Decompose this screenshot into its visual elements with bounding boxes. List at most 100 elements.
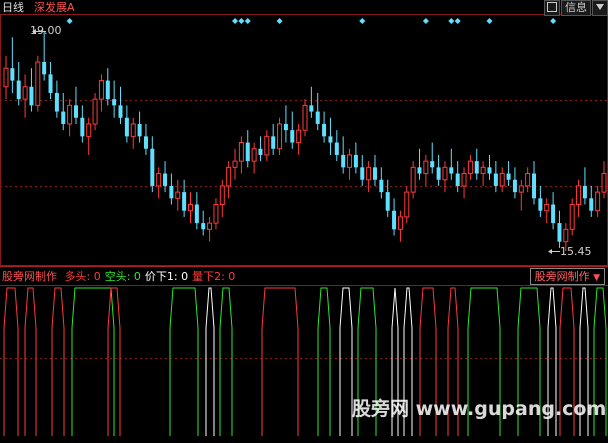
indicator-pulse: [169, 287, 199, 436]
candle-down: [436, 167, 441, 180]
tile-icon: [547, 2, 557, 12]
candle-down: [353, 154, 358, 168]
candle-up: [576, 185, 582, 206]
candle-up: [251, 148, 257, 162]
signal-diamond: [359, 18, 366, 24]
candle-down: [16, 80, 21, 100]
indicator-pulse: [339, 287, 353, 436]
indicator-selector-label: 股旁网制作: [534, 270, 590, 283]
indicator-pulse: [317, 287, 331, 436]
signal-diamond: [232, 18, 239, 24]
candle-up: [86, 123, 92, 137]
candle-down: [372, 167, 377, 180]
indicator-field: 价下1: 0: [144, 270, 189, 283]
candle-up: [35, 61, 41, 106]
candle-down: [137, 123, 142, 137]
candle-up: [302, 104, 308, 131]
candle-up: [442, 166, 448, 181]
candle-down: [341, 154, 346, 168]
tile-button[interactable]: [544, 0, 560, 16]
candle-up: [347, 154, 353, 168]
candle-up: [499, 173, 505, 187]
indicator-pulse: [3, 287, 19, 436]
formula-name[interactable]: 深发展A: [34, 1, 75, 14]
candle-down: [258, 148, 263, 155]
chart-canvas: [0, 14, 608, 436]
candle-down: [163, 173, 168, 186]
candle-up: [404, 191, 410, 218]
candle-down: [182, 192, 187, 211]
candle-up: [98, 80, 104, 100]
candle-up: [175, 191, 181, 199]
candle-down: [512, 179, 517, 193]
price-grid: [0, 100, 608, 359]
candle-down: [245, 142, 250, 162]
candle-down: [61, 111, 66, 124]
candle-down: [449, 167, 454, 174]
signal-diamond: [238, 18, 245, 24]
candle-down: [589, 198, 594, 211]
candle-down: [124, 117, 129, 137]
candle-down: [29, 86, 34, 106]
candle-up: [366, 166, 372, 181]
candle-down: [143, 136, 148, 149]
candle-up: [219, 185, 225, 206]
signal-diamond: [276, 18, 283, 24]
signal-diamond: [448, 18, 455, 24]
candle-up: [480, 166, 486, 175]
candle-down: [557, 223, 562, 242]
candle-down: [42, 61, 47, 75]
candle-up: [518, 185, 524, 193]
candle-up: [264, 135, 270, 156]
low-marker: [548, 249, 560, 254]
candle-down: [385, 192, 390, 211]
candle-down: [430, 161, 435, 168]
candle-down: [328, 136, 333, 143]
candle-down: [10, 68, 15, 81]
candle-up: [423, 160, 429, 175]
high-price-label: 19.00: [30, 24, 62, 37]
candle-down: [290, 130, 295, 143]
candle-down: [73, 105, 78, 118]
candle-down: [334, 142, 339, 155]
candle-down: [582, 185, 587, 199]
candle-down: [309, 105, 314, 112]
candle-up: [277, 123, 283, 150]
candle-down: [379, 179, 384, 193]
candle-down: [48, 74, 53, 93]
candle-up: [397, 216, 403, 230]
candle-up: [130, 123, 136, 137]
indicator-pulse: [51, 287, 65, 436]
candle-up: [461, 173, 467, 187]
candle-up: [467, 160, 473, 175]
candle-down: [54, 92, 59, 112]
indicator-selector[interactable]: 股旁网制作 ▼: [529, 268, 605, 285]
period-label[interactable]: 日线: [2, 1, 24, 14]
stock-chart-window: 日线 深发展A 信息 19.00 15.45 股旁网制作 多头: 0 空头: 0价…: [0, 0, 608, 439]
indicator-pulse: [24, 287, 37, 436]
more-button[interactable]: [592, 0, 608, 16]
low-price-label: 15.45: [560, 245, 592, 258]
watermark: 股旁网 www.gupang.com: [352, 398, 607, 420]
candle-down: [80, 117, 85, 137]
candle-down: [532, 173, 537, 199]
indicator-fields: 多头: 0 空头: 0 价下1: 0 量下2: 0: [61, 270, 236, 283]
candle-down: [455, 173, 460, 186]
candle-down: [315, 111, 320, 124]
candle-up: [525, 173, 531, 187]
signal-diamond: [550, 18, 557, 24]
candle-down: [105, 80, 110, 100]
info-button[interactable]: 信息: [561, 0, 591, 16]
indicator-pulse: [219, 287, 233, 436]
candle-down: [506, 173, 511, 180]
candle-down: [493, 173, 498, 186]
candle-down: [417, 167, 422, 174]
candle-up: [22, 86, 28, 100]
arrow-icon: [596, 4, 604, 10]
candle-down: [538, 198, 543, 211]
indicator-pulse: [261, 287, 299, 436]
candle-up: [213, 204, 219, 224]
candle-up: [92, 98, 98, 125]
candle-up: [226, 166, 232, 187]
candle-up: [595, 191, 601, 212]
